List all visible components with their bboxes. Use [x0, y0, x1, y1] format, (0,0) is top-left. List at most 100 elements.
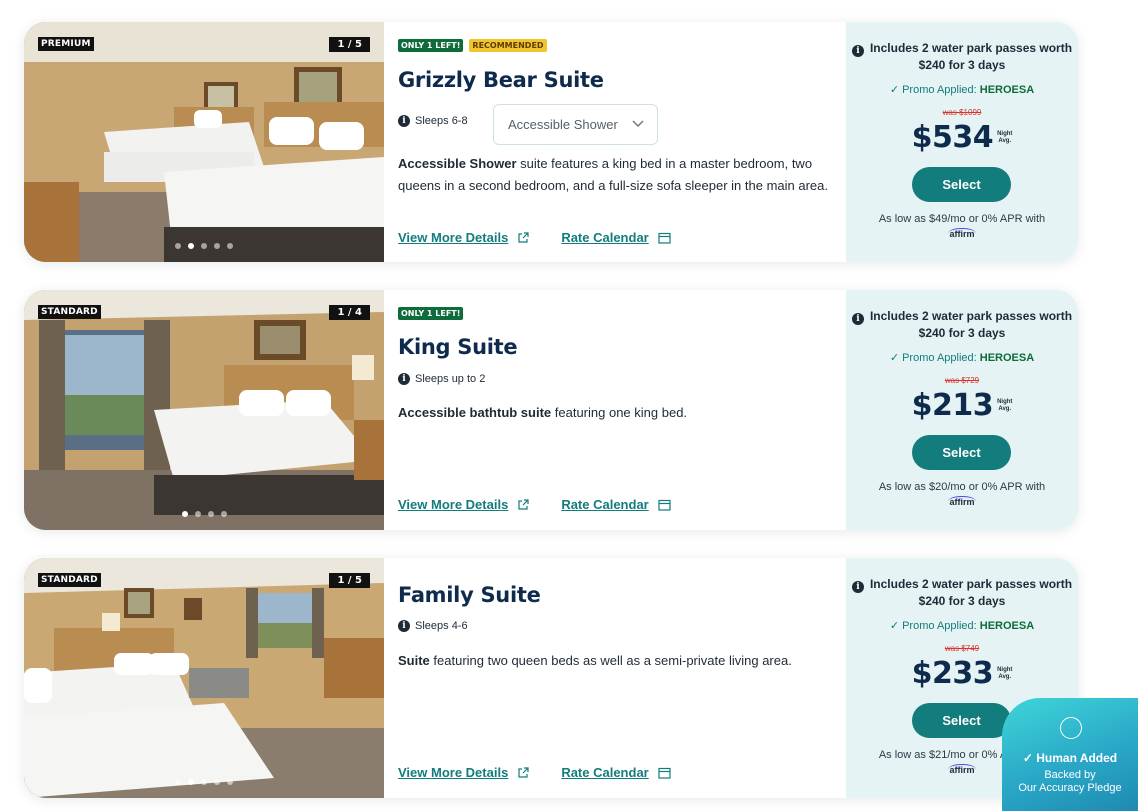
view-more-details-label: View More Details	[398, 497, 509, 512]
carousel-dot[interactable]	[227, 779, 233, 785]
financing-text: As low as $20/mo or 0% APR with	[878, 481, 1046, 493]
room-photo-image	[24, 290, 384, 530]
calendar-icon	[658, 499, 671, 511]
price-panel: i Includes 2 water park passes worth $240…	[846, 22, 1078, 262]
only-one-left-badge: ONLY 1 LEFT!	[398, 39, 464, 52]
carousel-dot-active[interactable]	[188, 779, 194, 785]
was-price: was $749	[944, 644, 980, 653]
description-text: featuring one king bed.	[551, 405, 688, 420]
suite-links: View More Details Rate Calendar	[398, 497, 671, 512]
info-icon[interactable]: i	[398, 620, 410, 632]
chevron-down-icon	[632, 120, 644, 128]
suite-links: View More Details Rate Calendar	[398, 230, 671, 245]
info-icon[interactable]: i	[851, 581, 864, 593]
sleeps-info: i Sleeps 4-6	[398, 620, 468, 632]
water-park-passes: i Includes 2 water park passes worth $240…	[846, 308, 1078, 341]
availability-badges: ONLY 1 LEFT!	[398, 307, 464, 320]
select-button[interactable]: Select	[912, 435, 1011, 470]
carousel-dot[interactable]	[194, 511, 201, 517]
view-more-details-link[interactable]: View More Details	[398, 765, 529, 780]
external-link-icon	[518, 766, 529, 778]
suite-description: Suite featuring two queen beds as well a…	[398, 650, 838, 672]
promo-code: HEROESA	[979, 620, 1035, 632]
was-price: was $1099	[942, 108, 982, 117]
sleeps-text: Sleeps 6-8	[415, 115, 468, 127]
nightly-price: $213	[911, 388, 994, 423]
select-button[interactable]: Select	[912, 167, 1011, 202]
carousel-dot[interactable]	[175, 779, 181, 785]
rate-calendar-link[interactable]: Rate Calendar	[561, 765, 671, 780]
suite-title: Grizzly Bear Suite	[398, 68, 604, 92]
description-text: featuring two queen beds as well as a se…	[429, 653, 792, 668]
accuracy-pledge-widget[interactable]: ✓ Human Added Backed by Our Accuracy Ple…	[1002, 698, 1138, 811]
price-panel: i Includes 2 water park passes worth $240…	[846, 290, 1078, 530]
price-row: $534 Night Avg.	[846, 120, 1078, 155]
carousel-dot-active[interactable]	[188, 243, 194, 249]
promo-label: Promo Applied:	[902, 84, 977, 96]
suite-card-family: STANDARD 1 / 5 Family Suite i Sleeps 4-6…	[24, 558, 1078, 798]
external-link-icon	[518, 498, 529, 510]
info-icon[interactable]: i	[398, 115, 410, 127]
description-highlight: Accessible Shower	[398, 156, 517, 171]
promo-label: Promo Applied:	[902, 620, 977, 632]
suite-title: Family Suite	[398, 583, 541, 607]
carousel-dot[interactable]	[214, 779, 220, 785]
affirm-logo: affirm	[948, 496, 976, 507]
rate-calendar-label: Rate Calendar	[561, 497, 649, 512]
recommended-badge: RECOMMENDED	[469, 39, 547, 52]
availability-badges: ONLY 1 LEFT! RECOMMENDED	[398, 39, 547, 52]
view-more-details-link[interactable]: View More Details	[398, 230, 529, 245]
suite-photo[interactable]: STANDARD 1 / 4	[24, 290, 384, 530]
rate-calendar-label: Rate Calendar	[561, 765, 649, 780]
external-link-icon	[518, 231, 529, 243]
carousel-dot[interactable]	[207, 511, 214, 517]
select-button[interactable]: Select	[912, 703, 1011, 738]
price-row: $213 Night Avg.	[846, 388, 1078, 423]
night-avg-label: Night Avg.	[997, 398, 1013, 412]
view-more-details-link[interactable]: View More Details	[398, 497, 529, 512]
room-option-select[interactable]: Accessible Shower	[493, 104, 658, 145]
promo-applied: ✓ Promo Applied: HEROESA	[846, 351, 1078, 364]
nightly-price: $233	[911, 656, 994, 691]
passes-text: Includes 2 water park passes worth $240 …	[869, 577, 1073, 608]
rate-calendar-link[interactable]: Rate Calendar	[561, 497, 671, 512]
carousel-dot[interactable]	[175, 243, 181, 249]
info-icon[interactable]: i	[851, 45, 864, 57]
info-icon[interactable]: i	[851, 313, 864, 325]
carousel-dot-active[interactable]	[181, 511, 188, 517]
sleeps-text: Sleeps 4-6	[415, 620, 468, 632]
carousel-dot[interactable]	[227, 243, 233, 249]
pledge-logo-icon	[1060, 717, 1082, 739]
check-icon: ✓	[889, 352, 900, 364]
carousel-dots	[24, 243, 384, 249]
room-tier-badge: STANDARD	[38, 305, 101, 319]
description-highlight: Accessible bathtub suite	[398, 405, 552, 420]
suite-links: View More Details Rate Calendar	[398, 765, 671, 780]
promo-code: HEROESA	[979, 84, 1035, 96]
check-icon: ✓	[889, 84, 900, 96]
room-option-value: Accessible Shower	[508, 117, 618, 132]
check-icon: ✓	[889, 620, 900, 632]
description-highlight: Suite	[398, 653, 430, 668]
view-more-details-label: View More Details	[398, 765, 509, 780]
sleeps-text: Sleeps up to 2	[415, 373, 486, 385]
suite-card-grizzly: PREMIUM 1 / 5 ONLY 1 LEFT! RECOMMENDED G…	[24, 22, 1078, 262]
suite-photo[interactable]: STANDARD 1 / 5	[24, 558, 384, 798]
affirm-logo: affirm	[948, 228, 976, 239]
water-park-passes: i Includes 2 water park passes worth $240…	[846, 40, 1078, 73]
carousel-dot[interactable]	[201, 243, 207, 249]
night-avg-label: Night Avg.	[997, 666, 1013, 680]
suite-title: King Suite	[398, 335, 518, 359]
carousel-dot[interactable]	[201, 779, 207, 785]
carousel-dot[interactable]	[214, 243, 220, 249]
carousel-dot[interactable]	[220, 511, 227, 517]
backed-by-text: Backed by Our Accuracy Pledge	[1018, 769, 1122, 794]
nightly-price: $534	[911, 120, 994, 155]
passes-text: Includes 2 water park passes worth $240 …	[869, 41, 1073, 72]
passes-text: Includes 2 water park passes worth $240 …	[869, 309, 1073, 340]
rate-calendar-link[interactable]: Rate Calendar	[561, 230, 671, 245]
suite-info: Family Suite i Sleeps 4-6 Suite featurin…	[398, 558, 846, 798]
suite-photo[interactable]: PREMIUM 1 / 5	[24, 22, 384, 262]
info-icon[interactable]: i	[398, 373, 410, 385]
sleeps-info: i Sleeps 6-8	[398, 115, 468, 127]
